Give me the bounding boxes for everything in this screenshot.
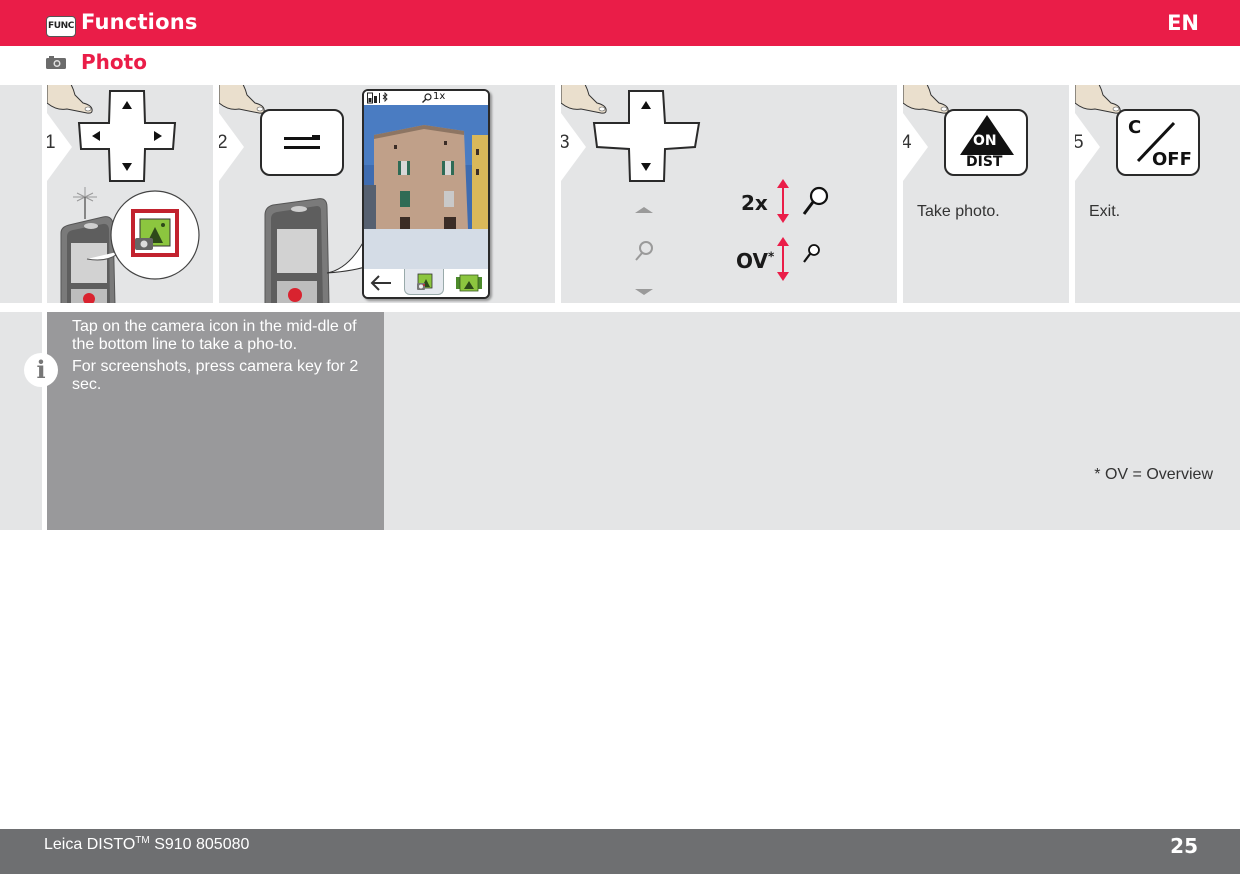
zoom-out-label: OV* (736, 249, 774, 273)
step-4-panel: 4 ON DIST Take photo. (903, 85, 1069, 303)
step-1-panel: 1 (47, 85, 213, 303)
step-number: 1 (47, 132, 56, 153)
step-number: 3 (561, 132, 570, 153)
trademark: TM (135, 835, 150, 846)
on-dist-key: ON DIST (944, 109, 1028, 176)
menu-key (260, 109, 344, 176)
info-text: Tap on the camera icon in the mid-dle of… (72, 318, 372, 394)
step-5-panel: 5 C OFF Exit. (1075, 85, 1240, 303)
footnote-mark: * (767, 249, 775, 264)
step-2-panel: 2 1x (219, 85, 555, 303)
camera-icon (46, 56, 66, 69)
step-number: 4 (903, 132, 912, 153)
device-illustration (60, 187, 200, 303)
menu-lines-icon (284, 135, 320, 149)
panel-spacer (0, 85, 42, 303)
zoom-level: 1x (433, 91, 446, 102)
step-number: 5 (1075, 132, 1084, 153)
back-arrow-icon (370, 275, 391, 291)
screen-empty-area (364, 229, 488, 269)
step-description: Take photo. (917, 203, 1000, 220)
step-description: Exit. (1089, 203, 1121, 220)
battery-icon (367, 92, 388, 104)
camera-capture-icon (417, 273, 433, 290)
up-hint-icon (635, 207, 653, 213)
product-name: Leica DISTO (44, 836, 136, 853)
device-screen: 1x (362, 89, 490, 299)
overview-label: OV (736, 249, 768, 273)
step-3-panel: 3 2x OV* (561, 85, 897, 303)
footer-product: Leica DISTOTM S910 805080 (44, 835, 249, 854)
info-notes-area (384, 312, 1240, 530)
info-paragraph: For screenshots, press camera key for 2 … (72, 358, 359, 393)
down-hint-icon (635, 289, 653, 295)
magnifier-large-icon (802, 186, 829, 215)
footnote: * OV = Overview (1094, 466, 1213, 483)
magnifier-icon (422, 93, 432, 103)
page-title: Functions (81, 10, 198, 34)
info-icon: i (24, 353, 58, 387)
page-number: 25 (1170, 834, 1198, 858)
gallery-icon (456, 274, 482, 292)
building-photo (364, 105, 488, 229)
func-key-icon: FUNC (46, 16, 76, 37)
zoom-hint-icon (639, 241, 653, 255)
section-title: Photo (81, 50, 147, 74)
screen-status-bar: 1x (364, 91, 488, 105)
red-updown-arrow-icon (777, 237, 789, 281)
dpad-4way-key (77, 90, 177, 182)
on-label: ON (973, 133, 997, 149)
clear-off-key: C OFF (1116, 109, 1200, 176)
product-model: S910 805080 (149, 836, 250, 853)
zoom-hint-icons (635, 207, 653, 295)
step-number: 2 (219, 132, 228, 153)
zoom-in-label: 2x (741, 191, 768, 215)
off-label: OFF (1152, 149, 1192, 170)
language-label: EN (1167, 11, 1199, 35)
camera-capture-tab (404, 269, 444, 295)
magnifier-small-icon (803, 244, 820, 263)
info-spacer (0, 312, 42, 530)
info-paragraph: Tap on the camera icon in the mid-dle of… (72, 318, 357, 353)
dpad-up-down-key (592, 90, 701, 182)
screen-bottom-bar (364, 269, 488, 297)
red-updown-arrow-icon (777, 179, 789, 223)
dist-label: DIST (966, 154, 1003, 170)
